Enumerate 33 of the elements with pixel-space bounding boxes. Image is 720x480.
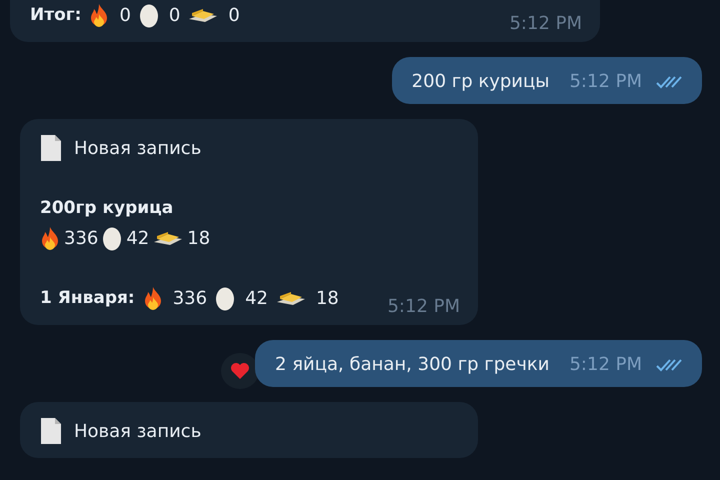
nutrition-value: 18 bbox=[187, 228, 210, 248]
fire-icon bbox=[40, 226, 60, 250]
message-heading: Новая запись bbox=[74, 138, 202, 158]
nutrition-value: 0 bbox=[168, 4, 180, 26]
heart-icon bbox=[230, 362, 250, 380]
nutrition-value: 0 bbox=[228, 4, 240, 26]
butter-icon bbox=[188, 7, 218, 23]
nutrition-value: 42 bbox=[126, 228, 150, 248]
nutrition-value: 18 bbox=[316, 288, 339, 308]
butter-icon bbox=[153, 230, 184, 246]
nutrition-value: 42 bbox=[245, 288, 268, 308]
fire-icon bbox=[89, 3, 110, 27]
butter-icon bbox=[276, 290, 306, 306]
egg-icon bbox=[215, 285, 236, 311]
document-icon bbox=[40, 134, 62, 162]
total-label: 1 Января: bbox=[40, 288, 135, 308]
nutrition-value: 336 bbox=[172, 288, 208, 308]
food-name: 200гр курица bbox=[40, 198, 174, 218]
document-icon bbox=[40, 417, 62, 445]
egg-icon bbox=[138, 2, 159, 28]
total-label: Итог: bbox=[30, 5, 82, 25]
message-heading: Новая запись bbox=[74, 420, 202, 442]
message-text: 2 яйца, банан, 300 гр гречки bbox=[275, 354, 550, 375]
egg-icon bbox=[102, 225, 122, 251]
message-time: 5:12 PM bbox=[569, 71, 642, 92]
message-time: 5:12 PM bbox=[509, 13, 582, 34]
nutrition-value: 336 bbox=[64, 228, 98, 248]
message-time: 5:12 PM bbox=[387, 296, 460, 317]
message-text: 200 гр курицы bbox=[412, 71, 550, 92]
message-time: 5:12 PM bbox=[569, 354, 642, 375]
reaction-badge[interactable] bbox=[221, 353, 260, 389]
nutrition-value: 0 bbox=[119, 4, 131, 26]
fire-icon bbox=[142, 286, 163, 310]
